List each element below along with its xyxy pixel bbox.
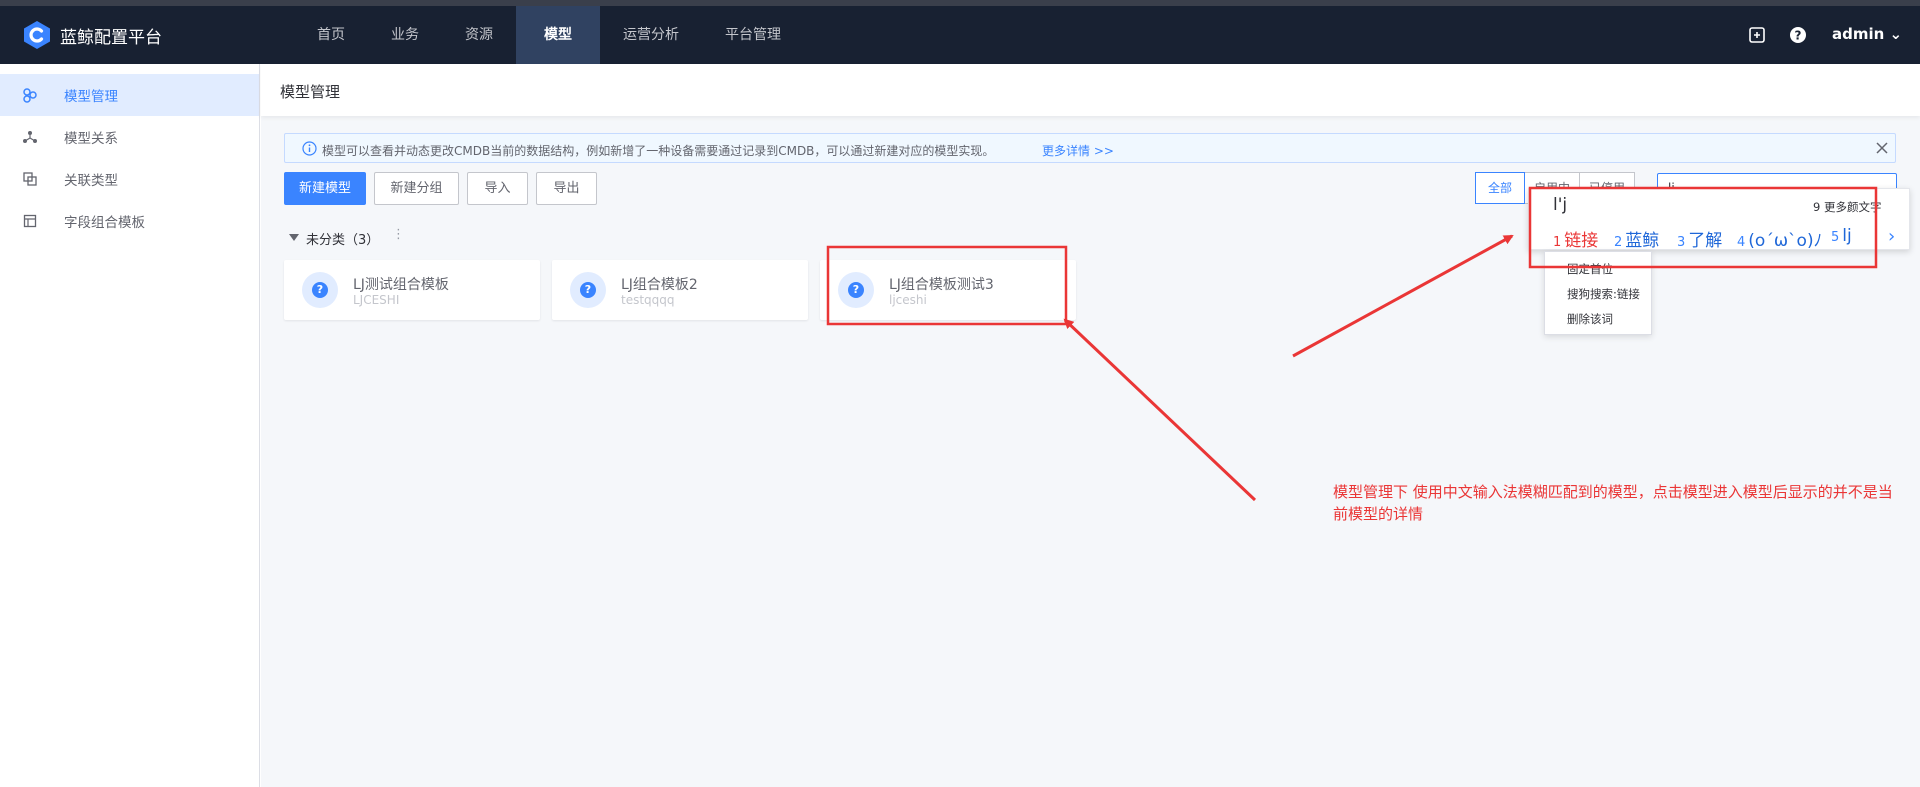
page-header: 模型管理	[261, 64, 1920, 116]
question-icon: ?	[580, 282, 596, 298]
help-icon[interactable]: ?	[1789, 26, 1807, 44]
alert-more-link[interactable]: 更多详情 >>	[1042, 142, 1114, 159]
chevron-right-icon[interactable]: ›	[1888, 226, 1895, 247]
ctx-sogou-search[interactable]: 搜狗搜索:链接	[1567, 286, 1640, 302]
chevron-down-icon: ⌄	[1889, 25, 1903, 43]
nav-business[interactable]: 业务	[368, 6, 442, 64]
question-icon: ?	[312, 282, 328, 298]
sidebar-item-model-manage[interactable]: 模型管理	[0, 74, 259, 116]
new-model-button[interactable]: 新建模型	[284, 172, 366, 205]
sidebar-item-label: 模型管理	[64, 89, 118, 105]
sidebar-item-label: 字段组合模板	[64, 215, 145, 231]
ime-pinyin: l'j	[1553, 195, 1568, 215]
ime-candidate[interactable]: 3 了解	[1677, 226, 1722, 251]
global-search-icon[interactable]	[1748, 26, 1766, 44]
ime-more-emoticons[interactable]: 9 更多颜文字	[1813, 199, 1881, 215]
sidebar: 模型管理 模型关系 关联类型 字段组合模板	[0, 64, 260, 787]
model-icon	[23, 88, 37, 103]
model-name: LJ组合模板2	[621, 277, 698, 293]
top-header: 蓝鲸配置平台 首页 业务 资源 模型 运营分析 平台管理 ? admin ⌄	[0, 6, 1920, 64]
user-menu[interactable]: admin ⌄	[1832, 25, 1902, 43]
ime-candidate[interactable]: 5 lj	[1831, 226, 1852, 246]
model-avatar: ?	[838, 272, 874, 308]
alert-text: 模型可以查看并动态更改CMDB当前的数据结构，例如新增了一种设备需要通过记录到C…	[322, 144, 995, 158]
close-icon[interactable]	[1875, 141, 1889, 155]
info-icon	[302, 141, 317, 156]
info-alert: 模型可以查看并动态更改CMDB当前的数据结构，例如新增了一种设备需要通过记录到C…	[284, 133, 1896, 163]
ime-candidate[interactable]: 4 (o´ω`o)ﾉ	[1737, 226, 1822, 251]
model-card[interactable]: ? LJ测试组合模板 LJCESHI	[284, 260, 540, 320]
sidebar-item-model-relation[interactable]: 模型关系	[0, 116, 259, 158]
user-name: admin	[1832, 25, 1885, 43]
ime-candidate[interactable]: 2 蓝鲸	[1614, 226, 1659, 251]
ime-context-menu: 固定首位 搜狗搜索:链接 删除该词	[1544, 251, 1652, 335]
ime-candidate-window: l'j 9 更多颜文字 1 链接 2 蓝鲸 3 了解 4 (o´ω`o)ﾉ 5 lj	[1528, 188, 1910, 251]
annotation-note: 模型管理下 使用中文输入法模糊匹配到的模型，点击模型进入模型后显示的并不是当前模…	[1333, 483, 1893, 523]
model-card[interactable]: ? LJ组合模板测试3 ljceshi	[820, 260, 1076, 320]
page-title: 模型管理	[280, 83, 341, 101]
template-icon	[23, 214, 37, 228]
model-avatar: ?	[302, 272, 338, 308]
caret-down-icon[interactable]	[289, 234, 299, 242]
model-name: LJ测试组合模板	[353, 277, 449, 293]
group-title: 未分类（3）	[306, 233, 380, 248]
more-icon[interactable]: ⋮	[392, 227, 405, 242]
sidebar-item-label: 关联类型	[64, 173, 118, 189]
ctx-pin-first[interactable]: 固定首位	[1567, 261, 1613, 277]
sidebar-item-link-type[interactable]: 关联类型	[0, 158, 259, 200]
brand-title: 蓝鲸配置平台	[60, 28, 162, 48]
question-icon: ?	[848, 282, 864, 298]
filter-all[interactable]: 全部	[1475, 172, 1525, 204]
ime-candidate[interactable]: 1 链接	[1553, 226, 1598, 251]
new-group-button[interactable]: 新建分组	[374, 172, 459, 205]
main-content: 模型管理 模型可以查看并动态更改CMDB当前的数据结构，例如新增了一种设备需要通…	[261, 64, 1920, 787]
model-name: LJ组合模板测试3	[889, 277, 994, 293]
import-button[interactable]: 导入	[467, 172, 528, 205]
model-avatar: ?	[570, 272, 606, 308]
model-id: LJCESHI	[353, 293, 400, 307]
logo-icon	[24, 21, 50, 49]
main-nav: 首页 业务 资源 模型 运营分析 平台管理	[294, 6, 804, 64]
sidebar-item-label: 模型关系	[64, 131, 118, 147]
nav-platform[interactable]: 平台管理	[702, 6, 804, 64]
svg-text:?: ?	[1795, 29, 1802, 43]
model-card[interactable]: ? LJ组合模板2 testqqqq	[552, 260, 808, 320]
topology-icon	[23, 131, 37, 143]
export-button[interactable]: 导出	[536, 172, 597, 205]
nav-resource[interactable]: 资源	[442, 6, 516, 64]
link-type-icon	[23, 172, 37, 186]
nav-home[interactable]: 首页	[294, 6, 368, 64]
model-id: ljceshi	[889, 293, 927, 307]
nav-model[interactable]: 模型	[516, 6, 600, 64]
ctx-delete-word[interactable]: 删除该词	[1567, 311, 1613, 327]
model-id: testqqqq	[621, 293, 675, 307]
sidebar-item-field-template[interactable]: 字段组合模板	[0, 200, 259, 242]
nav-analysis[interactable]: 运营分析	[600, 6, 702, 64]
